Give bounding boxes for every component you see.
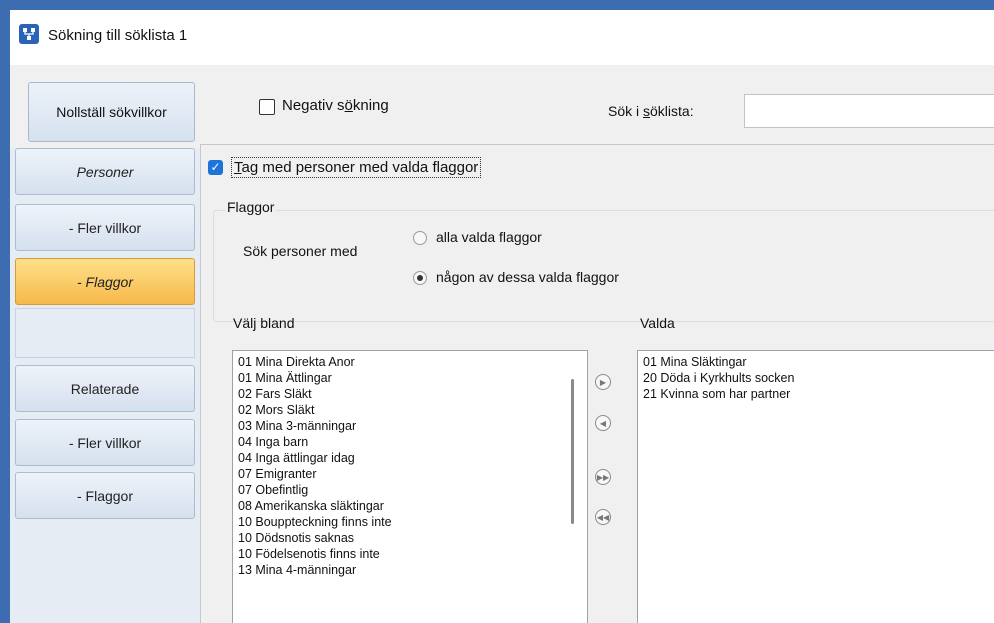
- nav-related-more-criteria[interactable]: - Fler villkor: [15, 419, 195, 466]
- available-flags-list[interactable]: 01 Mina Direkta Anor 01 Mina Ättlingar 0…: [232, 350, 588, 623]
- radio-all-flags-label: alla valda flaggor: [436, 229, 542, 245]
- flags-group-box: [213, 210, 994, 322]
- list-item[interactable]: 07 Obefintlig: [233, 482, 587, 498]
- title-bar: Sökning till söklista 1: [10, 10, 994, 65]
- search-persons-label: Sök personer med: [243, 243, 358, 259]
- list-item[interactable]: 02 Fars Släkt: [233, 386, 587, 402]
- selected-flags-title: Valda: [640, 315, 675, 331]
- list-item[interactable]: 04 Inga barn: [233, 434, 587, 450]
- remove-all-flags-button[interactable]: ◀◀: [595, 509, 611, 525]
- nav-persons-more-criteria[interactable]: - Fler villkor: [15, 204, 195, 251]
- list-item[interactable]: 07 Emigranter: [233, 466, 587, 482]
- list-item[interactable]: 10 Födelsenotis finns inte: [233, 546, 587, 562]
- radio-any-flags[interactable]: [413, 271, 427, 285]
- search-toolbar: Nollställ sökvillkor Negativ sökning Sök…: [10, 65, 994, 148]
- radio-all-flags[interactable]: [413, 231, 427, 245]
- include-flags-label[interactable]: Tag med personer med valda flaggor: [231, 157, 482, 178]
- search-dialog: Sökning till söklista 1 Nollställ sökvil…: [10, 10, 994, 623]
- list-item[interactable]: 04 Inga ättlingar idag: [233, 450, 587, 466]
- nav-spacer: [15, 308, 195, 358]
- list-item[interactable]: 01 Mina Ättlingar: [233, 370, 587, 386]
- negative-search-checkbox[interactable]: [259, 99, 275, 115]
- list-item[interactable]: 08 Amerikanska släktingar: [233, 498, 587, 514]
- list-item[interactable]: 01 Mina Direkta Anor: [233, 354, 587, 370]
- flags-group-title: Flaggor: [225, 199, 277, 215]
- app-tree-icon: [19, 24, 39, 44]
- add-selected-flag-button[interactable]: ▶: [595, 374, 611, 390]
- add-all-flags-button[interactable]: ▶▶: [595, 469, 611, 485]
- list-item[interactable]: 20 Döda i Kyrkhults socken: [638, 370, 994, 386]
- list-scrollbar[interactable]: [571, 379, 574, 524]
- list-item[interactable]: 03 Mina 3-männingar: [233, 418, 587, 434]
- list-item[interactable]: 10 Bouppteckning finns inte: [233, 514, 587, 530]
- search-in-list-label: Sök i söklista:: [608, 103, 694, 119]
- window-title: Sökning till söklista 1: [48, 27, 188, 44]
- list-item[interactable]: 02 Mors Släkt: [233, 402, 587, 418]
- search-in-list-input[interactable]: [744, 94, 994, 128]
- nav-related[interactable]: Relaterade: [15, 365, 195, 412]
- available-flags-title: Välj bland: [233, 315, 295, 331]
- nav-related-flags[interactable]: - Flaggor: [15, 472, 195, 519]
- left-navigation: Personer - Fler villkor - Flaggor Relate…: [10, 148, 200, 623]
- flags-panel: ✓ Tag med personer med valda flaggor Fla…: [200, 144, 994, 623]
- radio-any-flags-label: någon av dessa valda flaggor: [436, 269, 619, 285]
- nav-persons[interactable]: Personer: [15, 148, 195, 195]
- list-item[interactable]: 21 Kvinna som har partner: [638, 386, 994, 402]
- list-item[interactable]: 10 Dödsnotis saknas: [233, 530, 587, 546]
- list-item[interactable]: 13 Mina 4-männingar: [233, 562, 587, 578]
- remove-selected-flag-button[interactable]: ◀: [595, 415, 611, 431]
- negative-search-label: Negativ sökning: [282, 97, 389, 114]
- nav-persons-flags[interactable]: - Flaggor: [15, 258, 195, 305]
- reset-criteria-button[interactable]: Nollställ sökvillkor: [28, 82, 195, 142]
- include-flags-checkbox[interactable]: ✓: [208, 160, 223, 175]
- selected-flags-list[interactable]: 01 Mina Släktingar 20 Döda i Kyrkhults s…: [637, 350, 994, 623]
- list-item[interactable]: 01 Mina Släktingar: [638, 354, 994, 370]
